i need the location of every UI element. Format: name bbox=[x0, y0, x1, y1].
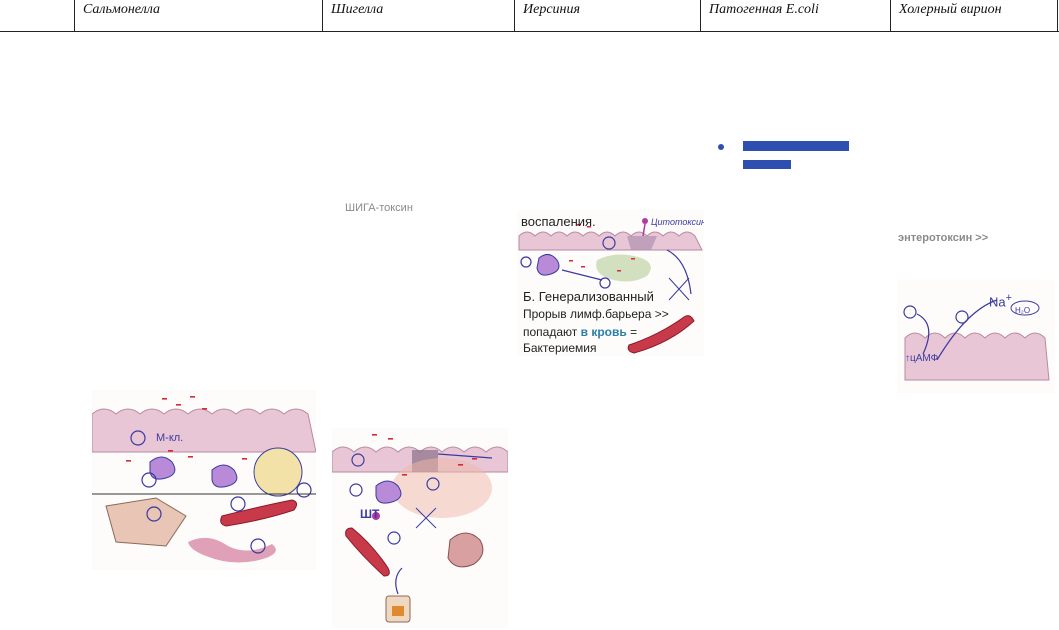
yersinia-line2: Прорыв лимф.барьера >> bbox=[523, 307, 669, 321]
header-table: Сальмонелла Шигелла Иерсиния Патогенная … bbox=[0, 0, 1059, 32]
column-cholera: Холерный вирион bbox=[890, 0, 1058, 31]
yersinia-line3-bold: в кровь bbox=[580, 325, 627, 339]
sodium-label: Na+ bbox=[989, 290, 1012, 310]
cytotoxin-label: Цитотоксин bbox=[651, 217, 704, 227]
sodium-charge: + bbox=[1005, 292, 1012, 304]
shiga-toxin-short-label: ШТ bbox=[360, 507, 380, 521]
column-shigella: Шигелла bbox=[322, 0, 514, 31]
cholera-drawing bbox=[903, 299, 1050, 381]
salmonella-drawing bbox=[92, 396, 316, 563]
shigella-drawing bbox=[332, 434, 508, 623]
enterotoxin-label: энтеротоксин >> bbox=[898, 232, 989, 244]
sodium-symbol: Na bbox=[989, 294, 1006, 310]
yersinia-line3: попадают в кровь = bbox=[523, 324, 637, 341]
camp-label: ↑цАМФ bbox=[905, 353, 939, 364]
column-ecoli: Патогенная E.coli bbox=[700, 0, 890, 31]
yersinia-diagram: воспаления. Цитотоксин Б. Генерализованн… bbox=[517, 210, 704, 356]
water-label: H₂O bbox=[1015, 306, 1031, 315]
list-bullet bbox=[718, 144, 724, 150]
yersinia-top-line: воспаления. bbox=[521, 214, 596, 229]
salmonella-diagram: М-кл. bbox=[92, 390, 316, 570]
struck-text-line-2 bbox=[743, 160, 791, 169]
struck-text-line-1 bbox=[743, 141, 849, 151]
yersinia-line3-pre: попадают bbox=[523, 325, 578, 339]
shigella-diagram: ШТ bbox=[332, 428, 508, 628]
shiga-toxin-label: ШИГА-токсин bbox=[345, 202, 413, 214]
m-cell-label: М-кл. bbox=[156, 432, 184, 444]
column-salmonella: Сальмонелла bbox=[74, 0, 322, 31]
cholera-diagram: Na+ H₂O ↑цАМФ bbox=[897, 280, 1055, 393]
column-yersinia: Иерсиния bbox=[514, 0, 700, 31]
yersinia-heading: Б. Генерализованный bbox=[523, 289, 654, 304]
yersinia-line4: Бактериемия bbox=[523, 341, 597, 355]
yersinia-line3-post: = bbox=[630, 325, 638, 339]
